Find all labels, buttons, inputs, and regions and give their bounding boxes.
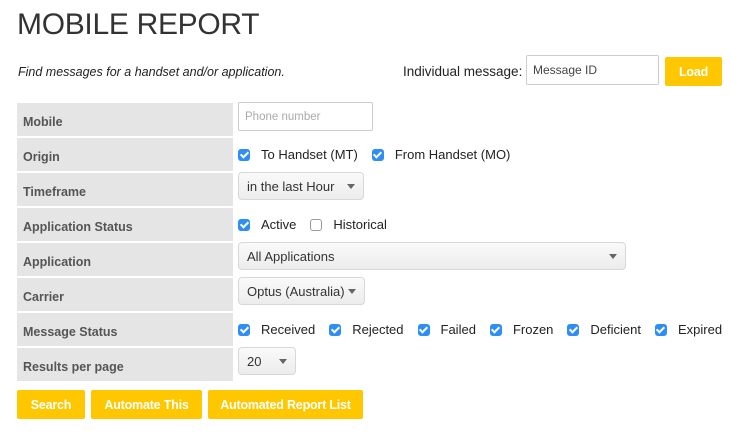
application-label: Application	[17, 243, 233, 276]
carrier-selected: Optus (Australia)	[247, 283, 345, 299]
page-title: MOBILE REPORT	[17, 8, 260, 41]
mobile-row: Mobile	[17, 102, 731, 136]
checkbox-label-received: Received	[261, 322, 316, 337]
timeframe-select[interactable]: in the last Hour	[238, 172, 364, 200]
mobile-label: Mobile	[17, 103, 233, 136]
phone-number-input[interactable]	[238, 102, 373, 131]
application-selected: All Applications	[247, 248, 335, 264]
checkbox-historical[interactable]	[310, 218, 323, 231]
load-button[interactable]: Load	[665, 57, 722, 86]
application-select[interactable]: All Applications	[238, 242, 626, 270]
carrier-label: Carrier	[17, 278, 233, 311]
results-per-page-selected: 20	[247, 353, 262, 369]
checkbox-label-historical: Historical	[333, 217, 387, 232]
message-status-row: Message Status Received Rejected Failed …	[17, 313, 731, 346]
checkbox-label-to-handset: To Handset (MT)	[261, 147, 358, 162]
application-row: Application All Applications	[17, 242, 731, 276]
origin-label: Origin	[17, 138, 233, 171]
chevron-down-icon	[347, 184, 355, 189]
automate-this-button[interactable]: Automate This	[91, 390, 202, 419]
carrier-row: Carrier Optus (Australia)	[17, 277, 731, 311]
checkbox-failed[interactable]	[417, 323, 430, 336]
timeframe-row: Timeframe in the last Hour	[17, 172, 731, 206]
page-subtitle: Find messages for a handset and/or appli…	[18, 65, 285, 79]
chevron-down-icon	[279, 359, 287, 364]
checkbox-label-rejected: Rejected	[352, 322, 404, 337]
message-id-input[interactable]	[526, 55, 659, 85]
checkbox-to-handset[interactable]	[238, 148, 250, 161]
individual-message-label: Individual message:	[403, 64, 523, 79]
carrier-select[interactable]: Optus (Australia)	[238, 277, 365, 305]
checkbox-received[interactable]	[238, 323, 250, 336]
timeframe-label: Timeframe	[17, 173, 233, 206]
checkbox-label-frozen: Frozen	[512, 322, 554, 337]
application-status-row: Application Status Active Historical	[17, 208, 731, 241]
chevron-down-icon	[609, 254, 617, 259]
timeframe-selected: in the last Hour	[247, 178, 335, 194]
checkbox-label-failed: Failed	[440, 322, 476, 337]
checkbox-label-active: Active	[261, 217, 297, 232]
checkbox-rejected[interactable]	[329, 323, 342, 336]
checkbox-label-deficient: Deficient	[590, 322, 641, 337]
checkbox-label-from-handset: From Handset (MO)	[394, 147, 511, 162]
results-per-page-row: Results per page 20	[17, 347, 731, 381]
message-status-label: Message Status	[17, 313, 233, 346]
origin-row: Origin To Handset (MT) From Handset (MO)	[17, 138, 731, 171]
checkbox-from-handset[interactable]	[371, 148, 384, 161]
results-per-page-select[interactable]: 20	[238, 347, 296, 375]
automated-report-list-button[interactable]: Automated Report List	[208, 390, 363, 419]
checkbox-active[interactable]	[238, 218, 250, 231]
checkbox-label-expired: Expired	[677, 322, 723, 337]
checkbox-frozen[interactable]	[489, 323, 502, 336]
application-status-label: Application Status	[17, 208, 233, 241]
search-button[interactable]: Search	[17, 390, 85, 419]
checkbox-expired[interactable]	[654, 323, 667, 336]
chevron-down-icon	[348, 289, 356, 294]
checkbox-deficient[interactable]	[567, 323, 580, 336]
results-per-page-label: Results per page	[17, 348, 233, 381]
